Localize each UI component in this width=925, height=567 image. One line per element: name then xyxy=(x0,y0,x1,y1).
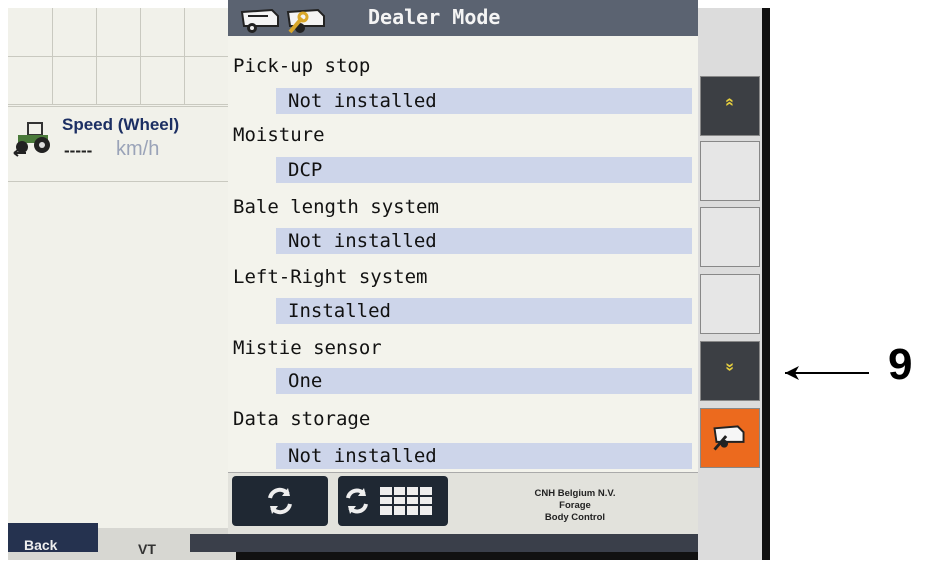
setting-value-text: Not installed xyxy=(288,230,437,252)
empty-grid xyxy=(8,8,236,108)
setting-value-text: One xyxy=(288,370,323,392)
grid-cell xyxy=(140,56,185,105)
page-title: Dealer Mode xyxy=(368,5,501,29)
grid-cell xyxy=(52,56,97,105)
bottom-strip xyxy=(190,534,762,552)
panel-header: Dealer Mode xyxy=(228,0,698,36)
setting-value-moisture[interactable]: DCP xyxy=(276,157,692,183)
setting-value-text: Not installed xyxy=(288,445,437,467)
setting-value-pickup-stop[interactable]: Not installed xyxy=(276,88,692,114)
setting-label-mistie-sensor: Mistie sensor xyxy=(233,337,382,359)
setting-value-left-right[interactable]: Installed xyxy=(276,298,692,324)
tractor-icon xyxy=(13,122,50,157)
baler-icon xyxy=(240,8,279,33)
setting-value-text: Installed xyxy=(288,300,391,322)
grid-cell xyxy=(184,8,229,57)
setting-label-bale-length: Bale length system xyxy=(233,196,439,218)
grid-cell xyxy=(52,8,97,57)
company-info: CNH Belgium N.V. Forage Body Control xyxy=(460,488,690,524)
annotation-number: 9 xyxy=(888,340,913,389)
chevron-up-icon: » xyxy=(720,97,738,107)
setting-value-bale-length[interactable]: Not installed xyxy=(276,228,692,254)
page-up-softkey[interactable]: » xyxy=(700,76,760,136)
softkey-empty-1[interactable] xyxy=(700,141,760,201)
setting-value-text: DCP xyxy=(288,159,323,181)
company-name: CNH Belgium N.V. xyxy=(534,488,616,499)
baler-wrench-icon xyxy=(713,425,745,451)
grid-cell xyxy=(184,56,229,105)
setting-value-data-storage[interactable]: Not installed xyxy=(276,443,692,469)
setting-value-mistie-sensor[interactable]: One xyxy=(276,368,692,394)
softkey-empty-2[interactable] xyxy=(700,207,760,267)
setting-label-data-storage: Data storage xyxy=(233,408,371,430)
refresh-keypad-button[interactable] xyxy=(338,476,448,526)
company-line-forage: Forage xyxy=(559,500,591,511)
refresh-icon xyxy=(268,487,292,515)
refresh-button[interactable] xyxy=(232,476,328,526)
grid-cell xyxy=(140,8,185,57)
tab-back[interactable]: Back xyxy=(8,523,98,553)
tab-vt[interactable]: VT xyxy=(138,541,156,557)
page-down-softkey[interactable]: » xyxy=(700,341,760,401)
grid-cell xyxy=(8,8,53,57)
softkey-empty-3[interactable] xyxy=(700,274,760,334)
speed-widget: Speed (Wheel) ----- km/h xyxy=(8,106,236,182)
keypad-icon xyxy=(346,487,432,515)
annotation-arrow xyxy=(785,366,869,380)
grid-cell xyxy=(96,8,141,57)
baler-wrench-icon xyxy=(286,8,325,34)
grid-cell xyxy=(8,56,53,105)
company-line-body-control: Body Control xyxy=(544,512,606,523)
setting-label-moisture: Moisture xyxy=(233,124,325,146)
chevron-down-icon: » xyxy=(721,362,739,372)
setting-value-text: Not installed xyxy=(288,90,437,112)
setting-label-left-right: Left-Right system xyxy=(233,266,428,288)
speed-unit: km/h xyxy=(116,138,160,160)
speed-title: Speed (Wheel) xyxy=(62,115,180,134)
speed-value: ----- xyxy=(64,141,93,160)
grid-cell xyxy=(96,56,141,105)
dealer-mode-softkey[interactable] xyxy=(700,408,760,468)
setting-label-pickup-stop: Pick-up stop xyxy=(233,55,371,77)
left-pane: Speed (Wheel) ----- km/h xyxy=(8,8,236,553)
